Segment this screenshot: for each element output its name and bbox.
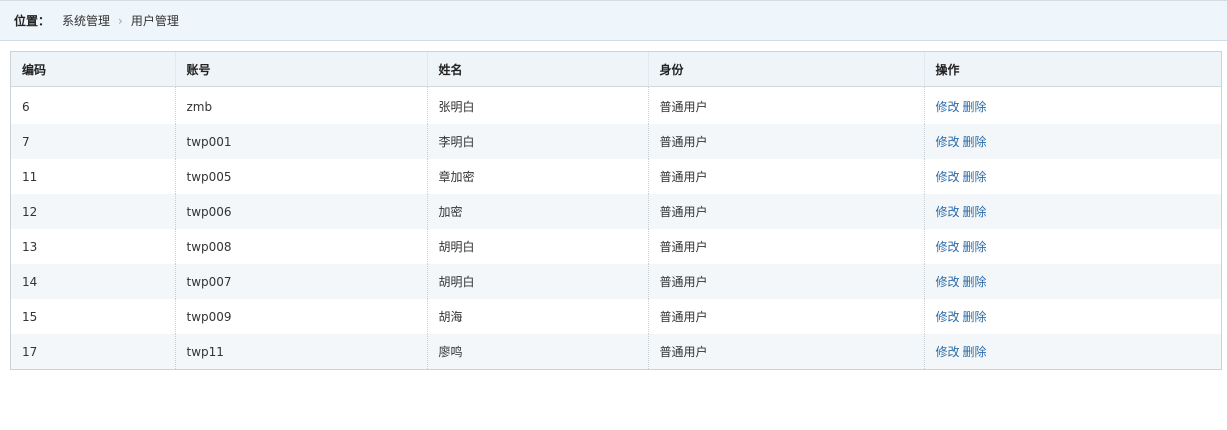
cell-account: twp005	[174, 159, 427, 194]
column-header-id: 编码	[11, 52, 175, 87]
column-header-actions: 操作	[923, 52, 1221, 87]
table-row: 17 twp11 廖鸣 普通用户 修改 删除	[11, 334, 1221, 369]
cell-id: 14	[11, 264, 175, 299]
cell-actions: 修改 删除	[923, 86, 1221, 124]
cell-id: 15	[11, 299, 175, 334]
cell-actions: 修改 删除	[923, 124, 1221, 159]
cell-role: 普通用户	[647, 229, 924, 264]
edit-link[interactable]: 修改	[936, 205, 960, 219]
cell-account: twp008	[174, 229, 427, 264]
cell-id: 12	[11, 194, 175, 229]
cell-role: 普通用户	[647, 194, 924, 229]
cell-actions: 修改 删除	[923, 159, 1221, 194]
delete-link[interactable]: 删除	[963, 310, 987, 324]
cell-account: twp009	[174, 299, 427, 334]
cell-name: 廖鸣	[426, 334, 648, 369]
edit-link[interactable]: 修改	[936, 135, 960, 149]
cell-name: 胡明白	[426, 264, 648, 299]
delete-link[interactable]: 删除	[963, 135, 987, 149]
edit-link[interactable]: 修改	[936, 170, 960, 184]
table-row: 6 zmb 张明白 普通用户 修改 删除	[11, 86, 1221, 124]
delete-link[interactable]: 删除	[963, 100, 987, 114]
edit-link[interactable]: 修改	[936, 310, 960, 324]
table-header-row: 编码 账号 姓名 身份 操作	[11, 52, 1221, 87]
cell-account: twp006	[174, 194, 427, 229]
cell-id: 11	[11, 159, 175, 194]
edit-link[interactable]: 修改	[936, 240, 960, 254]
cell-role: 普通用户	[647, 264, 924, 299]
cell-role: 普通用户	[647, 124, 924, 159]
table-row: 11 twp005 章加密 普通用户 修改 删除	[11, 159, 1221, 194]
breadcrumb-item-system[interactable]: 系统管理	[62, 12, 110, 29]
cell-id: 6	[11, 86, 175, 124]
chevron-right-icon: ›	[118, 13, 123, 28]
cell-actions: 修改 删除	[923, 264, 1221, 299]
table-row: 7 twp001 李明白 普通用户 修改 删除	[11, 124, 1221, 159]
cell-actions: 修改 删除	[923, 334, 1221, 369]
cell-role: 普通用户	[647, 334, 924, 369]
table-row: 14 twp007 胡明白 普通用户 修改 删除	[11, 264, 1221, 299]
cell-role: 普通用户	[647, 159, 924, 194]
cell-actions: 修改 删除	[923, 194, 1221, 229]
cell-name: 加密	[426, 194, 648, 229]
cell-account: twp11	[174, 334, 427, 369]
delete-link[interactable]: 删除	[963, 240, 987, 254]
cell-account: twp001	[174, 124, 427, 159]
cell-id: 13	[11, 229, 175, 264]
delete-link[interactable]: 删除	[963, 275, 987, 289]
cell-role: 普通用户	[647, 86, 924, 124]
delete-link[interactable]: 删除	[963, 170, 987, 184]
table-body: 6 zmb 张明白 普通用户 修改 删除 7 twp001 李明白 普通用户 修改 删除 11 twp00…	[11, 86, 1221, 369]
cell-name: 章加密	[426, 159, 648, 194]
table-row: 13 twp008 胡明白 普通用户 修改 删除	[11, 229, 1221, 264]
cell-role: 普通用户	[647, 299, 924, 334]
edit-link[interactable]: 修改	[936, 275, 960, 289]
column-header-role: 身份	[647, 52, 924, 87]
column-header-name: 姓名	[426, 52, 648, 87]
cell-id: 17	[11, 334, 175, 369]
cell-name: 张明白	[426, 86, 648, 124]
cell-actions: 修改 删除	[923, 299, 1221, 334]
cell-account: twp007	[174, 264, 427, 299]
column-header-account: 账号	[174, 52, 427, 87]
user-table: 编码 账号 姓名 身份 操作 6 zmb 张明白 普通用户 修改 删除 7 twp001 李明白…	[10, 51, 1222, 370]
breadcrumb-item-users: 用户管理	[130, 14, 179, 28]
delete-link[interactable]: 删除	[963, 345, 987, 359]
table-row: 15 twp009 胡海 普通用户 修改 删除	[11, 299, 1221, 334]
cell-name: 胡明白	[426, 229, 648, 264]
breadcrumb-label: 位置：	[14, 14, 51, 28]
cell-name: 胡海	[426, 299, 648, 334]
edit-link[interactable]: 修改	[936, 345, 960, 359]
breadcrumb: 位置： 系统管理 › 用户管理	[0, 0, 1227, 41]
edit-link[interactable]: 修改	[936, 100, 960, 114]
cell-actions: 修改 删除	[923, 229, 1221, 264]
delete-link[interactable]: 删除	[963, 205, 987, 219]
cell-account: zmb	[174, 86, 427, 124]
cell-id: 7	[11, 124, 175, 159]
table-row: 12 twp006 加密 普通用户 修改 删除	[11, 194, 1221, 229]
cell-name: 李明白	[426, 124, 648, 159]
